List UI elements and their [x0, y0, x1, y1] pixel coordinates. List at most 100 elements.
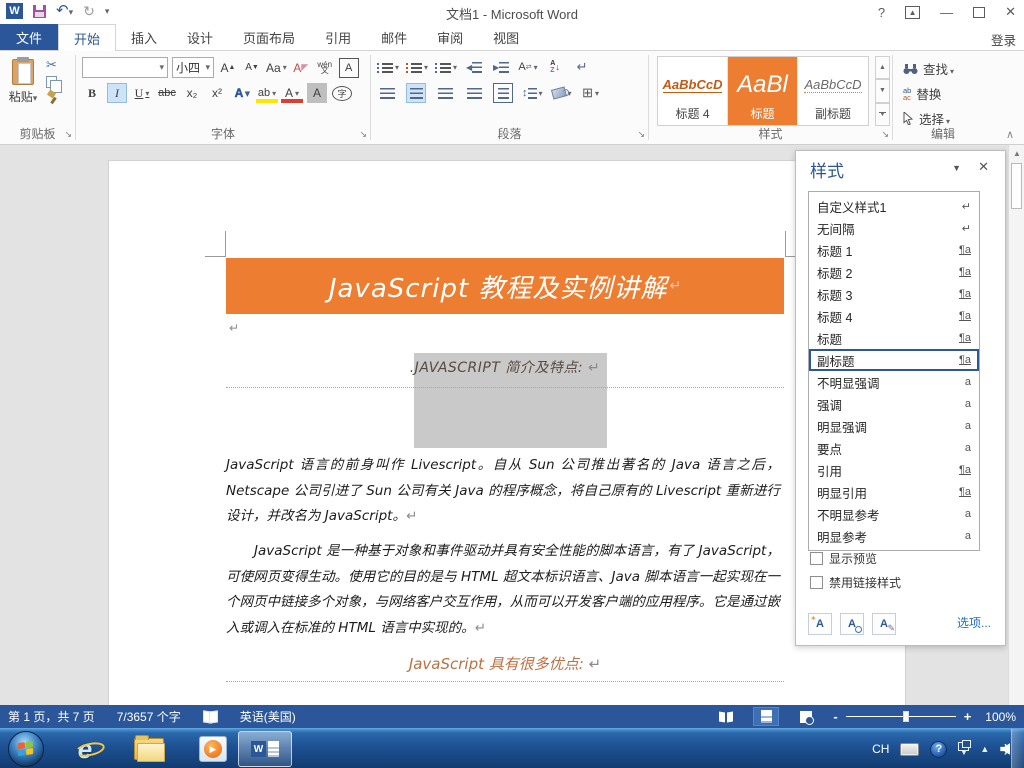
- start-button[interactable]: [8, 731, 44, 767]
- read-mode-button[interactable]: [713, 707, 739, 726]
- multilevel-list-button[interactable]: [435, 57, 457, 77]
- page-indicator[interactable]: 第 1 页，共 7 页: [8, 708, 95, 725]
- replace-button[interactable]: ab ac 替换: [903, 84, 954, 103]
- minimize-button[interactable]: —: [940, 5, 953, 20]
- zoom-slider-thumb[interactable]: [902, 711, 909, 722]
- print-layout-button-active[interactable]: [753, 707, 780, 726]
- clipboard-dialog-launcher-icon[interactable]: ↘: [64, 129, 72, 140]
- zoom-slider[interactable]: [845, 711, 956, 722]
- scroll-up-icon[interactable]: ▲: [1011, 148, 1023, 160]
- proofing-icon[interactable]: [203, 711, 218, 722]
- document-scrollbar[interactable]: ▲: [1008, 145, 1024, 705]
- style-item[interactable]: 无间隔 ↵: [809, 217, 979, 239]
- collapse-ribbon-icon[interactable]: ∧: [1006, 128, 1014, 141]
- document-title-banner[interactable]: JavaScript 教程及实例讲解 ↵: [226, 258, 784, 314]
- style-item[interactable]: 不明显参考 a: [809, 503, 979, 525]
- copy-icon[interactable]: [46, 76, 62, 93]
- gallery-scroll-down-icon[interactable]: ▼: [875, 79, 890, 103]
- distributed-button[interactable]: [493, 83, 513, 103]
- styles-dialog-launcher-icon[interactable]: ↘: [881, 129, 889, 140]
- sign-in-link[interactable]: 登录: [991, 30, 1016, 49]
- font-color-button[interactable]: A: [281, 83, 303, 103]
- volume-tray-icon[interactable]: ): [1000, 743, 1011, 755]
- bold-button[interactable]: B: [82, 83, 102, 103]
- decrease-indent-button[interactable]: ◀: [464, 57, 484, 77]
- cut-icon[interactable]: ✂: [46, 57, 58, 73]
- style-item[interactable]: 要点 a: [809, 437, 979, 459]
- display-tray-icon[interactable]: ▼: [958, 739, 972, 757]
- paste-button[interactable]: 粘贴: [6, 57, 40, 105]
- underline-button[interactable]: U: [132, 83, 152, 103]
- zoom-out-button[interactable]: -: [833, 709, 837, 724]
- font-size-combo[interactable]: 小四: [172, 57, 214, 78]
- style-item[interactable]: 明显参考 a: [809, 525, 979, 547]
- justify-button[interactable]: [464, 83, 484, 103]
- style-item[interactable]: 标题 1 ¶a: [809, 239, 979, 261]
- tab-home[interactable]: 开始: [58, 24, 117, 51]
- show-preview-checkbox[interactable]: 显示预览: [810, 550, 877, 567]
- document-page[interactable]: JavaScript 教程及实例讲解 ↵ ↵ .JAVASCRIPT 简介及特点…: [108, 160, 906, 705]
- document-heading-1[interactable]: .JAVASCRIPT 简介及特点: ↵: [226, 357, 784, 377]
- word-taskbar-button[interactable]: W: [238, 731, 292, 767]
- bullets-button[interactable]: [377, 57, 399, 77]
- font-name-combo[interactable]: [82, 57, 168, 78]
- change-case-button[interactable]: Aa: [266, 58, 287, 78]
- show-marks-button[interactable]: ↵: [572, 57, 592, 77]
- line-spacing-button[interactable]: ↕: [522, 83, 543, 103]
- tab-file[interactable]: 文件: [0, 24, 58, 50]
- increase-indent-button[interactable]: ▶: [491, 57, 511, 77]
- enclose-characters-button[interactable]: 字: [332, 85, 352, 101]
- character-shading-button[interactable]: A: [307, 83, 327, 103]
- paragraph-dialog-launcher-icon[interactable]: ↘: [637, 129, 645, 140]
- ribbon-display-options-icon[interactable]: ▲: [905, 5, 921, 19]
- tab-view[interactable]: 视图: [478, 24, 534, 51]
- subscript-button[interactable]: x₂: [182, 83, 202, 103]
- align-left-button[interactable]: [377, 83, 397, 103]
- shrink-font-button[interactable]: A ▼: [242, 58, 262, 78]
- style-item[interactable]: 标题 2 ¶a: [809, 261, 979, 283]
- disable-linked-styles-checkbox[interactable]: 禁用链接样式: [810, 574, 901, 591]
- web-layout-button[interactable]: [793, 707, 819, 726]
- format-painter-icon[interactable]: [46, 91, 58, 103]
- paste-dropdown-icon[interactable]: [33, 93, 38, 103]
- style-item[interactable]: 标题 4 ¶a: [809, 305, 979, 327]
- checkbox-icon[interactable]: [810, 552, 823, 565]
- tab-design[interactable]: 设计: [172, 24, 228, 51]
- tab-mailings[interactable]: 邮件: [366, 24, 422, 51]
- style-item[interactable]: 引用 ¶a: [809, 459, 979, 481]
- align-right-button[interactable]: [435, 83, 455, 103]
- document-paragraph-2[interactable]: JavaScript 是一种基于对象和事件驱动并具有安全性能的脚本语言，有了 J…: [226, 539, 780, 641]
- help-tray-icon[interactable]: ?: [930, 740, 948, 758]
- gallery-more-icon[interactable]: ▼: [875, 102, 890, 126]
- style-item[interactable]: 强调 a: [809, 393, 979, 415]
- language-indicator[interactable]: 英语(美国): [240, 708, 296, 725]
- borders-button[interactable]: ⊞: [581, 83, 601, 103]
- zoom-in-button[interactable]: +: [964, 709, 972, 724]
- style-thumb-heading4[interactable]: AaBbCcD 标题 4: [658, 57, 728, 125]
- sort-button[interactable]: A Z ↓: [545, 57, 565, 77]
- tab-review[interactable]: 审阅: [422, 24, 478, 51]
- strikethrough-button[interactable]: abc: [157, 83, 177, 103]
- document-heading-2[interactable]: JavaScript 具有很多优点: ↵: [226, 653, 784, 674]
- file-explorer-button[interactable]: [132, 733, 166, 765]
- show-desktop-button[interactable]: [1011, 729, 1024, 768]
- asian-layout-button[interactable]: A ⇄: [518, 57, 538, 77]
- style-item[interactable]: 明显强调 a: [809, 415, 979, 437]
- font-size-dropdown-icon[interactable]: [205, 62, 210, 73]
- style-item[interactable]: 明显引用 ¶a: [809, 481, 979, 503]
- style-item[interactable]: 标题 ¶a: [809, 327, 979, 349]
- options-link[interactable]: 选项...: [957, 614, 991, 631]
- style-item[interactable]: 不明显强调 a: [809, 371, 979, 393]
- close-button[interactable]: ✕: [1005, 4, 1016, 20]
- zoom-percentage[interactable]: 100%: [985, 710, 1016, 724]
- pane-menu-icon[interactable]: ▼: [952, 163, 961, 173]
- gallery-scroll-up-icon[interactable]: ▲: [875, 56, 890, 80]
- style-item[interactable]: 标题 3 ¶a: [809, 283, 979, 305]
- numbering-button[interactable]: [406, 57, 428, 77]
- show-hidden-icons-button[interactable]: ▲: [980, 744, 989, 754]
- font-name-dropdown-icon[interactable]: [159, 62, 164, 73]
- pane-close-icon[interactable]: ✕: [978, 159, 989, 175]
- phonetic-guide-button[interactable]: wén 文: [315, 58, 335, 78]
- style-item[interactable]: 自定义样式1 ↵: [809, 195, 979, 217]
- shading-button[interactable]: [550, 83, 572, 103]
